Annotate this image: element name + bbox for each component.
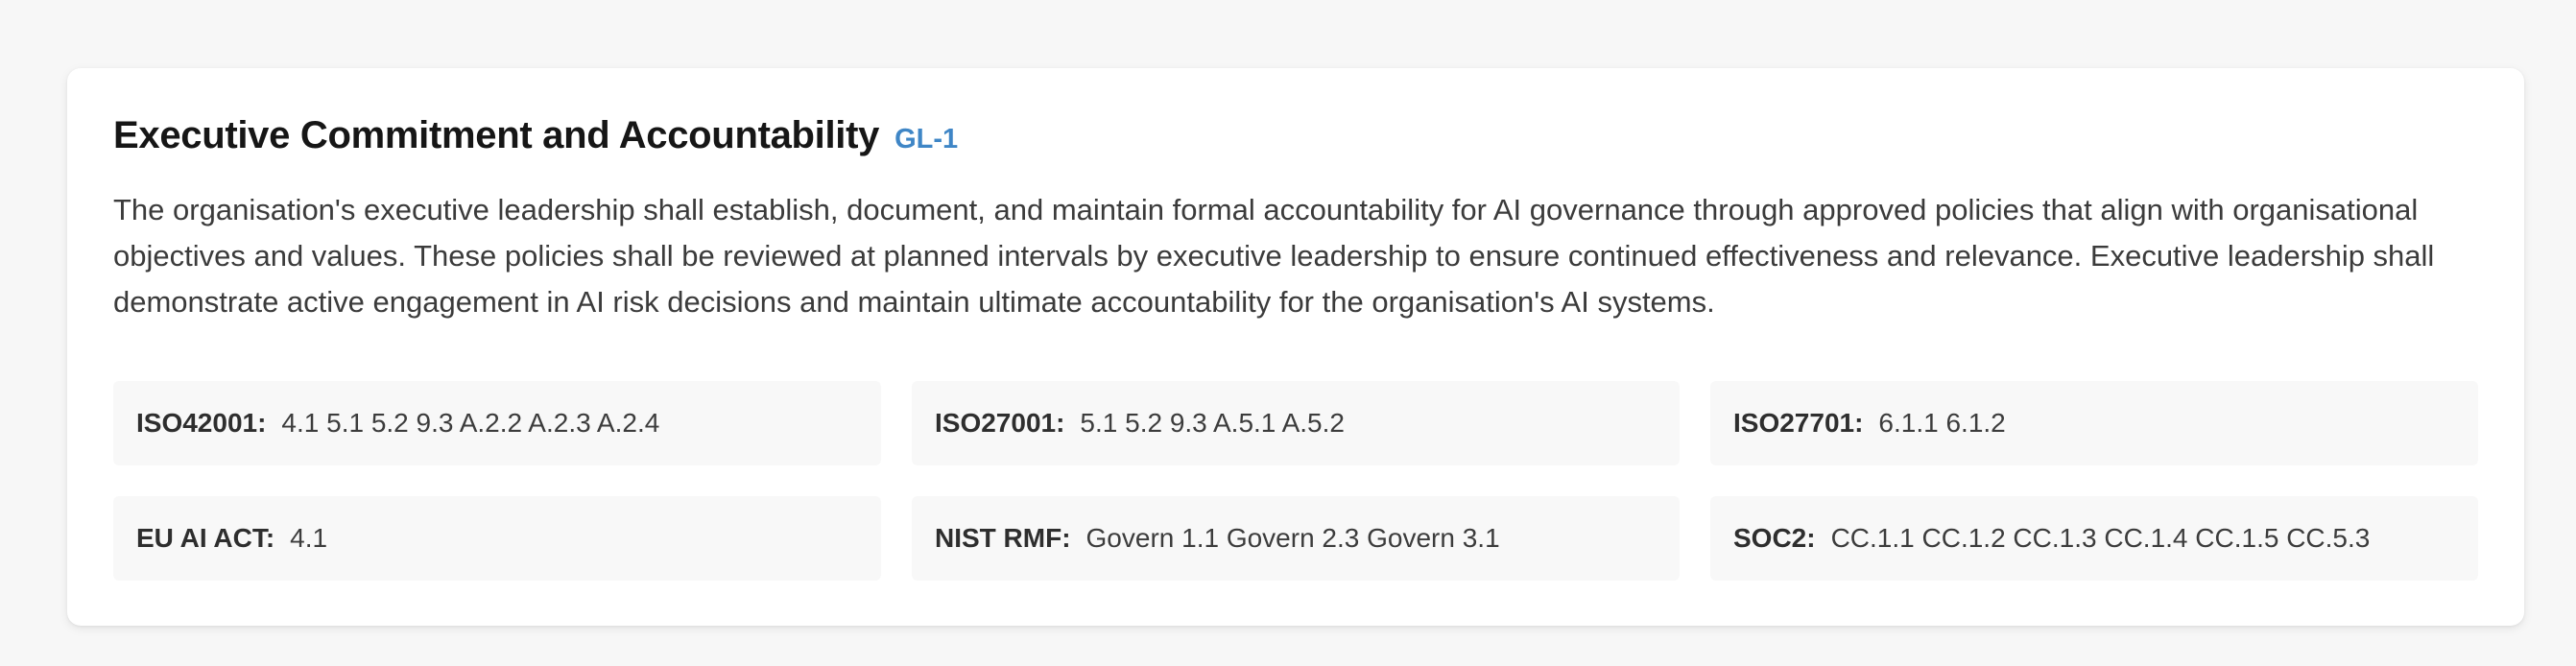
mapping-soc2: SOC2: CC.1.1 CC.1.2 CC.1.3 CC.1.4 CC.1.5… [1710,496,2478,581]
control-description: The organisation's executive leadership … [113,193,2435,319]
mapping-value: 4.1 5.1 5.2 9.3 A.2.2 A.2.3 A.2.4 [281,408,660,438]
mapping-label: NIST RMF: [935,523,1071,553]
mapping-value: 4.1 [290,523,328,553]
mapping-nist-rmf: NIST RMF: Govern 1.1 Govern 2.3 Govern 3… [912,496,1680,581]
mapping-value: CC.1.1 CC.1.2 CC.1.3 CC.1.4 CC.1.5 CC.5.… [1830,523,2371,553]
control-code-badge: GL-1 [894,124,959,155]
mapping-iso27701: ISO27701: 6.1.1 6.1.2 [1710,381,2478,465]
mapping-label: ISO27001: [935,408,1065,438]
mapping-eu-ai-act: EU AI ACT: 4.1 [113,496,881,581]
control-card: Executive Commitment and Accountability … [67,68,2524,626]
mapping-iso42001: ISO42001: 4.1 5.1 5.2 9.3 A.2.2 A.2.3 A.… [113,381,881,465]
mapping-value: 6.1.1 6.1.2 [1878,408,2006,438]
mapping-iso27001: ISO27001: 5.1 5.2 9.3 A.5.1 A.5.2 [912,381,1680,465]
control-title: Executive Commitment and Accountability [113,114,880,156]
control-header: Executive Commitment and Accountability … [113,114,2478,162]
mapping-value: 5.1 5.2 9.3 A.5.1 A.5.2 [1080,408,1345,438]
mapping-label: EU AI ACT: [136,523,275,553]
framework-mappings: ISO42001: 4.1 5.1 5.2 9.3 A.2.2 A.2.3 A.… [113,381,2478,581]
mapping-label: SOC2: [1733,523,1816,553]
mapping-value: Govern 1.1 Govern 2.3 Govern 3.1 [1085,523,1500,553]
mapping-label: ISO27701: [1733,408,1864,438]
mapping-label: ISO42001: [136,408,267,438]
